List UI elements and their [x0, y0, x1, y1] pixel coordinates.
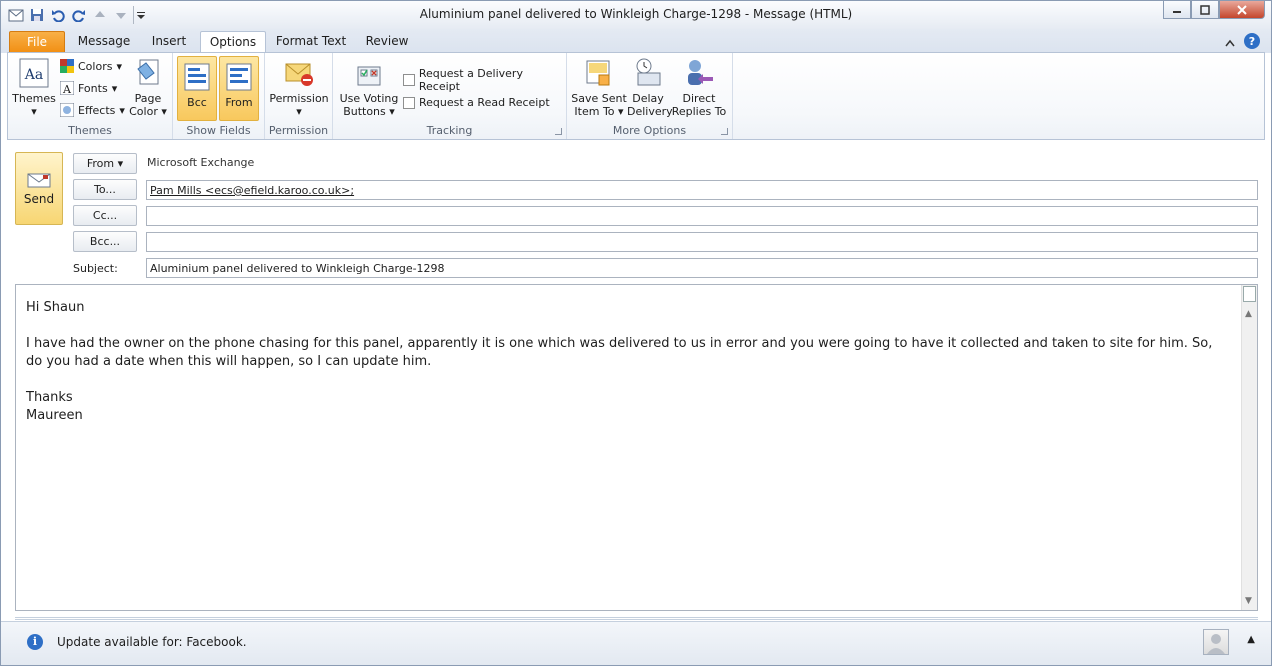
minimize-button[interactable]: [1163, 1, 1191, 19]
permission-button[interactable]: Permission ▾: [269, 57, 329, 118]
direct-replies-icon: [683, 57, 715, 89]
page-color-icon: [132, 57, 164, 89]
window-controls: [1163, 1, 1265, 19]
tab-message[interactable]: Message: [73, 31, 135, 53]
status-bar: i Update available for: Facebook. ▲: [1, 621, 1271, 665]
delay-delivery-button[interactable]: Delay Delivery: [627, 57, 673, 118]
bcc-button[interactable]: Bcc...: [73, 231, 137, 252]
body-paragraph: I have had the owner on the phone chasin…: [26, 336, 1213, 369]
tab-format-text[interactable]: Format Text: [273, 31, 349, 53]
to-button[interactable]: To...: [73, 179, 137, 200]
body-signature: Maureen: [26, 408, 83, 423]
ribbon-options: Aa Themes ▾ Colors ▾ A Fonts ▾ Effects ▾ Pag…: [7, 52, 1265, 140]
window-title: Aluminium panel delivered to Winkleigh C…: [419, 7, 853, 21]
ribbon-tabs: File Message Insert Options Format Text …: [1, 29, 1271, 55]
themes-button[interactable]: Aa Themes ▾: [12, 57, 56, 118]
permission-icon: [283, 57, 315, 89]
save-sent-icon: [583, 57, 615, 89]
fonts-icon: A: [60, 81, 74, 95]
status-text[interactable]: Update available for: Facebook.: [57, 635, 247, 649]
bcc-field[interactable]: [146, 232, 1258, 252]
minimize-ribbon-icon[interactable]: [1225, 36, 1235, 50]
body-text[interactable]: Hi Shaun I have had the owner on the pho…: [26, 299, 1226, 425]
save-sent-item-button[interactable]: Save Sent Item To ▾: [571, 57, 627, 118]
tab-file[interactable]: File: [9, 31, 65, 53]
maximize-button[interactable]: [1191, 1, 1219, 19]
scroll-down-arrow[interactable]: ▼: [1245, 596, 1252, 606]
delay-delivery-icon: [632, 57, 664, 89]
more-options-group-label: More Options: [612, 124, 687, 137]
body-closing: Thanks: [26, 390, 73, 405]
vertical-scrollbar[interactable]: ▲ ▼: [1241, 285, 1257, 610]
tracking-group: Use Voting Buttons ▾ Request a Delivery R…: [333, 53, 567, 139]
themes-icon: Aa: [18, 57, 50, 89]
tracking-group-label: Tracking: [426, 124, 473, 137]
title-bar: Aluminium panel delivered to Winkleigh C…: [1, 1, 1271, 29]
delivery-receipt-checkbox[interactable]: Request a Delivery Receipt: [403, 67, 566, 93]
colors-icon: [60, 59, 74, 73]
from-icon: [223, 61, 255, 93]
avatar[interactable]: [1203, 629, 1229, 655]
send-icon: [16, 171, 62, 192]
message-window: Aluminium panel delivered to Winkleigh C…: [0, 0, 1272, 666]
subject-field[interactable]: Aluminium panel delivered to Winkleigh C…: [146, 258, 1258, 278]
tab-review[interactable]: Review: [361, 31, 413, 53]
cc-button[interactable]: Cc...: [73, 205, 137, 226]
svg-text:Aa: Aa: [24, 67, 43, 83]
tracking-dialog-launcher[interactable]: [555, 128, 562, 135]
colors-button[interactable]: Colors ▾: [60, 59, 122, 73]
scroll-up-arrow[interactable]: ▲: [1245, 309, 1252, 319]
show-fields-group-label: Show Fields: [186, 124, 251, 137]
read-receipt-check[interactable]: [403, 96, 415, 109]
themes-group-label: Themes: [68, 124, 112, 137]
effects-button[interactable]: Effects ▾: [60, 103, 125, 117]
message-header: Send From ▾ Microsoft Exchange To... Pam…: [7, 143, 1265, 281]
fonts-button[interactable]: A Fonts ▾: [60, 81, 117, 95]
permission-group-label: Permission: [268, 124, 329, 137]
voting-buttons-button[interactable]: Use Voting Buttons ▾: [337, 57, 401, 118]
close-button[interactable]: [1219, 1, 1265, 19]
cc-field[interactable]: [146, 206, 1258, 226]
info-icon: i: [27, 634, 43, 650]
send-button[interactable]: Send: [15, 152, 63, 225]
permission-group: Permission ▾ Permission: [265, 53, 333, 139]
voting-icon: [353, 57, 385, 89]
to-recipient[interactable]: Pam Mills <ecs@efield.karoo.co.uk>;: [150, 184, 354, 197]
body-greeting: Hi Shaun: [26, 300, 85, 315]
from-dropdown-button[interactable]: From ▾: [73, 153, 137, 174]
to-field[interactable]: Pam Mills <ecs@efield.karoo.co.uk>;: [146, 180, 1258, 200]
bcc-toggle-button[interactable]: Bcc: [177, 56, 217, 121]
direct-replies-button[interactable]: Direct Replies To: [671, 57, 727, 118]
subject-label: Subject:: [73, 262, 118, 275]
tab-insert[interactable]: Insert: [143, 31, 195, 53]
expand-people-pane-icon[interactable]: ▲: [1247, 634, 1255, 645]
read-receipt-checkbox[interactable]: Request a Read Receipt: [403, 96, 550, 109]
page-color-button[interactable]: Page Color ▾: [126, 57, 170, 118]
themes-group: Aa Themes ▾ Colors ▾ A Fonts ▾ Effects ▾ Pag…: [8, 53, 173, 139]
bcc-icon: [181, 61, 213, 93]
help-icon[interactable]: ?: [1243, 32, 1261, 53]
svg-text:A: A: [62, 83, 72, 95]
svg-text:?: ?: [1249, 35, 1255, 48]
delivery-receipt-check[interactable]: [403, 74, 415, 86]
show-fields-group: Bcc From Show Fields: [173, 53, 265, 139]
more-options-group: Save Sent Item To ▾ Delay Delivery Direct R…: [567, 53, 733, 139]
people-pane-splitter[interactable]: [15, 617, 1258, 620]
message-body[interactable]: Hi Shaun I have had the owner on the pho…: [15, 284, 1258, 611]
help-area: ?: [1225, 32, 1261, 53]
ruler-toggle-icon[interactable]: [1243, 286, 1256, 302]
more-options-dialog-launcher[interactable]: [721, 128, 728, 135]
effects-icon: [60, 103, 74, 117]
from-value: Microsoft Exchange: [147, 156, 255, 169]
from-toggle-button[interactable]: From: [219, 56, 259, 121]
